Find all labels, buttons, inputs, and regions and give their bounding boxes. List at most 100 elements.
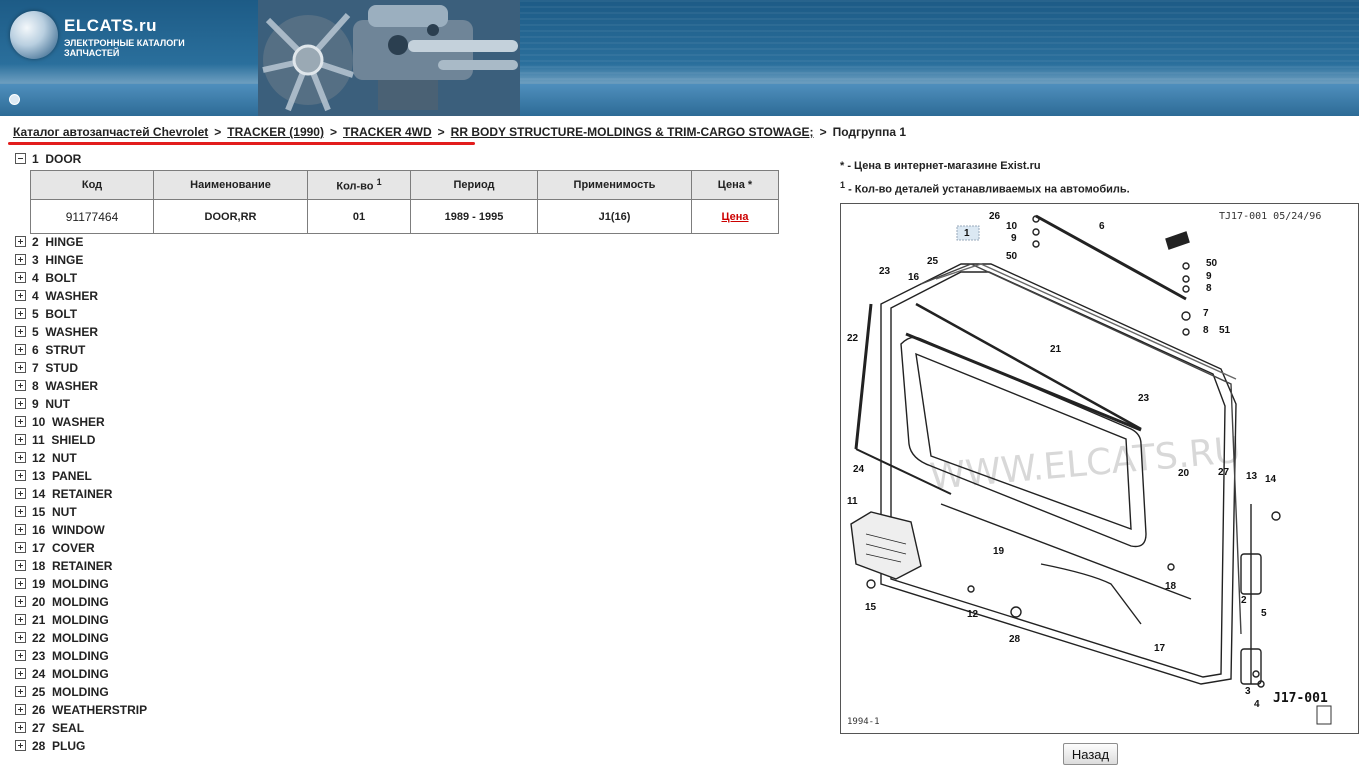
tree-node-label: 10 WASHER (32, 415, 105, 429)
qty-note-text: - Кол-во деталей устанавливаемых на авто… (845, 183, 1130, 196)
tree-node[interactable]: 13 PANEL (15, 467, 147, 485)
callout-label: 23 (1138, 393, 1150, 404)
callout-label: 13 (1246, 471, 1258, 482)
tree-node[interactable]: 16 WINDOW (15, 521, 147, 539)
expand-icon[interactable] (15, 668, 26, 679)
callout-label: 15 (865, 602, 877, 613)
tree-node-label: 1 DOOR (32, 152, 82, 166)
breadcrumb-separator: > (437, 125, 445, 139)
expand-icon[interactable] (15, 542, 26, 553)
expand-icon[interactable] (15, 524, 26, 535)
expand-icon[interactable] (15, 686, 26, 697)
parts-diagram[interactable]: TJ17-001 05/24/96 1994-1 J17-001 WWW.ELC… (840, 203, 1359, 734)
expand-icon[interactable] (15, 254, 26, 265)
breadcrumb-current: Подгруппа 1 (832, 125, 907, 139)
expand-icon[interactable] (15, 560, 26, 571)
tree-node[interactable]: 10 WASHER (15, 413, 147, 431)
tree-node[interactable]: 15 NUT (15, 503, 147, 521)
tree-node[interactable]: 25 MOLDING (15, 683, 147, 701)
callout-label: 3 (1245, 686, 1251, 697)
expand-icon[interactable] (15, 434, 26, 445)
tree-node[interactable]: 11 SHIELD (15, 431, 147, 449)
expand-icon[interactable] (15, 290, 26, 301)
callout-label: 25 (927, 256, 939, 267)
callout-label: 2 (1241, 595, 1247, 606)
tree-node[interactable]: 7 STUD (15, 359, 147, 377)
tree-node-label: 17 COVER (32, 541, 95, 555)
tree-node[interactable]: 22 MOLDING (15, 629, 147, 647)
tree-node[interactable]: 12 NUT (15, 449, 147, 467)
home-dot-button[interactable] (9, 94, 20, 105)
expand-icon[interactable] (15, 362, 26, 373)
tree-node[interactable]: 9 NUT (15, 395, 147, 413)
tree-node[interactable]: 2 HINGE (15, 233, 147, 251)
tree-node[interactable]: 21 MOLDING (15, 611, 147, 629)
site-logo: ELCATS.ru (64, 16, 157, 35)
tree-node[interactable]: 24 MOLDING (15, 665, 147, 683)
tree-node-door[interactable]: 1 DOOR (15, 150, 81, 168)
expand-icon[interactable] (15, 452, 26, 463)
tree-node-label: 9 NUT (32, 397, 71, 411)
expand-icon[interactable] (15, 578, 26, 589)
tree-node[interactable]: 18 RETAINER (15, 557, 147, 575)
expand-icon[interactable] (15, 236, 26, 247)
callout-label: 18 (1165, 581, 1177, 592)
qty-note: 1 - Кол-во деталей устанавливаемых на ав… (840, 180, 1130, 196)
expand-icon[interactable] (15, 740, 26, 751)
expand-icon[interactable] (15, 488, 26, 499)
breadcrumb-group[interactable]: RR BODY STRUCTURE-MOLDINGS & TRIM-CARGO … (451, 125, 814, 139)
expand-icon[interactable] (15, 272, 26, 283)
tree-node[interactable]: 26 WEATHERSTRIP (15, 701, 147, 719)
cell-qty: 01 (307, 199, 411, 234)
callout-label: 20 (1178, 468, 1190, 479)
tree-node-label: 12 NUT (32, 451, 77, 465)
expand-icon[interactable] (15, 596, 26, 607)
expand-icon[interactable] (15, 380, 26, 391)
watermark: WWW.ELCATS.RU (928, 430, 1242, 498)
callout-label: 8 (1203, 325, 1209, 336)
cell-price: Цена (691, 199, 779, 234)
collapse-icon[interactable] (15, 153, 26, 164)
back-button[interactable]: Назад (1063, 743, 1118, 765)
price-link[interactable]: Цена (721, 211, 748, 223)
breadcrumb-catalog[interactable]: Каталог автозапчастей Chevrolet (13, 125, 208, 139)
tree-node[interactable]: 17 COVER (15, 539, 147, 557)
tree-node[interactable]: 19 MOLDING (15, 575, 147, 593)
breadcrumb-model[interactable]: TRACKER (1990) (227, 125, 324, 139)
tree-node[interactable]: 23 MOLDING (15, 647, 147, 665)
expand-icon[interactable] (15, 704, 26, 715)
expand-icon[interactable] (15, 416, 26, 427)
tree-node-label: 20 MOLDING (32, 595, 109, 609)
callout-label: 26 (989, 211, 1001, 222)
expand-icon[interactable] (15, 326, 26, 337)
tree-node[interactable]: 5 BOLT (15, 305, 147, 323)
expand-icon[interactable] (15, 506, 26, 517)
tree-node[interactable]: 5 WASHER (15, 323, 147, 341)
tree-node[interactable]: 20 MOLDING (15, 593, 147, 611)
tree-node-label: 19 MOLDING (32, 577, 109, 591)
tree-node-label: 11 SHIELD (32, 433, 96, 447)
expand-icon[interactable] (15, 398, 26, 409)
tree-node[interactable]: 14 RETAINER (15, 485, 147, 503)
tree-node[interactable]: 4 WASHER (15, 287, 147, 305)
globe-logo-icon[interactable] (10, 11, 58, 59)
brand[interactable]: ELCATS.ru ЭЛЕКТРОННЫЕ КАТАЛОГИ ЗАПЧАСТЕЙ (64, 16, 204, 58)
expand-icon[interactable] (15, 722, 26, 733)
expand-icon[interactable] (15, 308, 26, 319)
tree-node[interactable]: 3 HINGE (15, 251, 147, 269)
tree-node[interactable]: 27 SEAL (15, 719, 147, 737)
tree-node[interactable]: 8 WASHER (15, 377, 147, 395)
expand-icon[interactable] (15, 632, 26, 643)
breadcrumb-variant[interactable]: TRACKER 4WD (343, 125, 432, 139)
expand-icon[interactable] (15, 650, 26, 661)
tree-node[interactable]: 4 BOLT (15, 269, 147, 287)
tree-node[interactable]: 28 PLUG (15, 737, 147, 755)
expand-icon[interactable] (15, 470, 26, 481)
tree-node-label: 14 RETAINER (32, 487, 113, 501)
expand-icon[interactable] (15, 614, 26, 625)
expand-icon[interactable] (15, 344, 26, 355)
tree-node-label: 5 WASHER (32, 325, 99, 339)
tree-node[interactable]: 6 STRUT (15, 341, 147, 359)
diagram-ref: TJ17-001 05/24/96 (1219, 211, 1321, 222)
tree-node-label: 26 WEATHERSTRIP (32, 703, 148, 717)
